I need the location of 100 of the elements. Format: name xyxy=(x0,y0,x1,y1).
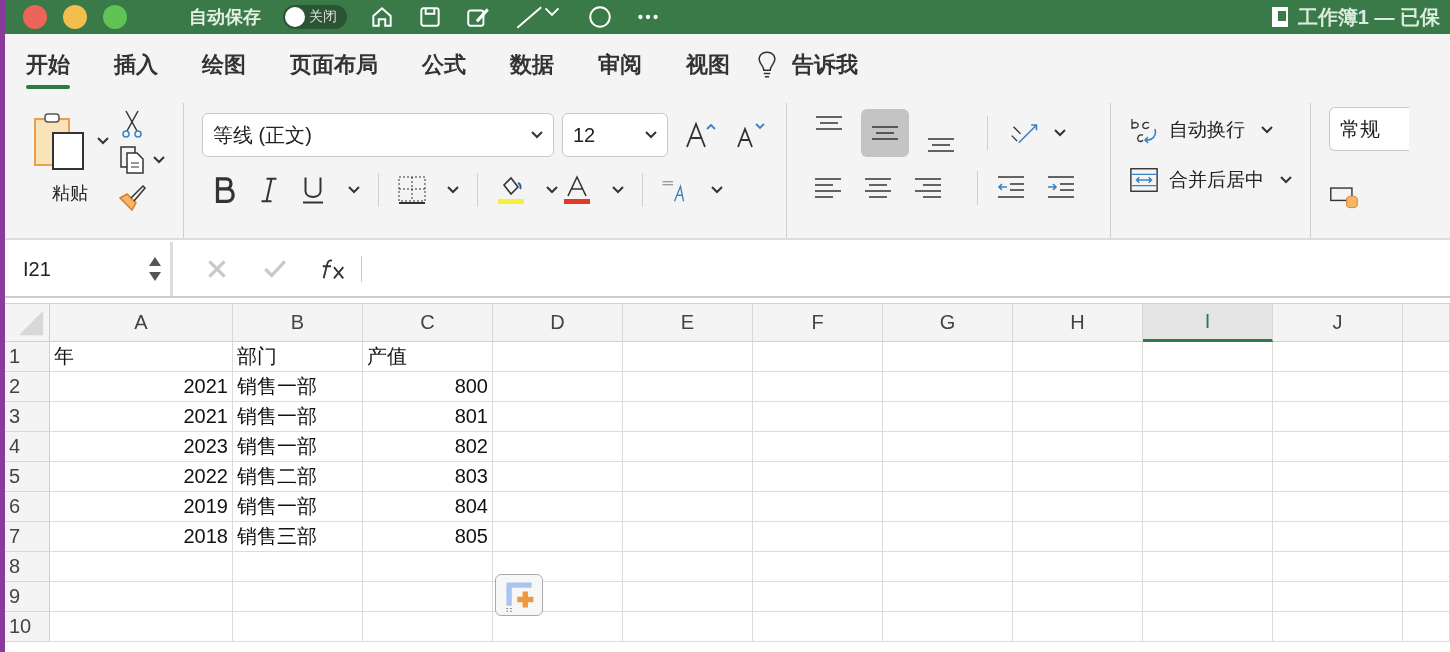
column-header[interactable]: E xyxy=(623,304,753,342)
empty-cell xyxy=(1403,522,1450,552)
ribbon-tab[interactable]: 插入 xyxy=(114,34,180,95)
tell-me-search[interactable]: 告诉我 xyxy=(792,49,858,80)
corner-triangle-icon xyxy=(17,309,45,337)
empty-cell xyxy=(1403,582,1450,612)
chevron-down-icon xyxy=(1261,126,1273,134)
minimize-button[interactable] xyxy=(63,5,87,29)
spreadsheet-icon xyxy=(1269,5,1290,29)
autosave-label: 自动保存 xyxy=(189,6,261,29)
copy-icon[interactable] xyxy=(117,145,147,175)
row-header[interactable]: 9 xyxy=(5,582,50,612)
empty-cell xyxy=(1403,342,1450,372)
chevron-down-icon[interactable] xyxy=(348,186,360,194)
window-title: 工作簿1 — 已保 xyxy=(1297,4,1440,30)
table-cell: 800 xyxy=(363,372,493,402)
row-header[interactable]: 6 xyxy=(5,492,50,522)
table-cell: 销售三部 xyxy=(233,522,363,552)
column-header[interactable]: I xyxy=(1143,304,1273,342)
merge-center-button[interactable]: 合并后居中 xyxy=(1129,165,1292,195)
table-cell: 2023 xyxy=(50,432,233,462)
table-cell: 802 xyxy=(363,432,493,462)
empty-cell xyxy=(1403,552,1450,582)
table-cell: 产值 xyxy=(363,342,493,372)
table-cell: 801 xyxy=(363,402,493,432)
empty-cell xyxy=(1403,462,1450,492)
chevron-down-icon[interactable] xyxy=(153,156,165,164)
circle-icon[interactable] xyxy=(587,4,613,30)
table-cell: 2021 xyxy=(50,402,233,432)
chevron-down-icon[interactable] xyxy=(546,186,558,194)
font-size-dropdown[interactable]: 12 xyxy=(562,113,668,157)
chevron-down-icon[interactable] xyxy=(711,186,723,194)
column-header[interactable]: B xyxy=(233,304,363,342)
column-header[interactable]: G xyxy=(883,304,1013,342)
table-cell: 销售一部 xyxy=(233,492,363,522)
chevron-down-icon[interactable] xyxy=(612,186,624,194)
font-name-value: 等线 (正文) xyxy=(213,122,312,148)
row-header[interactable]: 8 xyxy=(5,552,50,582)
table-cell: 803 xyxy=(363,462,493,492)
bottom-align-icon xyxy=(926,137,956,153)
row-header[interactable]: 5 xyxy=(5,462,50,492)
chevron-down-icon[interactable] xyxy=(1054,129,1066,137)
empty-cell xyxy=(1403,612,1450,642)
column-header[interactable]: F xyxy=(753,304,883,342)
column-header[interactable]: C xyxy=(363,304,493,342)
wrap-text-button[interactable]: 自动换行 xyxy=(1129,115,1292,145)
row-header[interactable]: 4 xyxy=(5,432,50,462)
name-box[interactable]: I21 xyxy=(5,242,173,296)
row-header[interactable]: 10 xyxy=(5,612,50,642)
table-cell: 2021 xyxy=(50,372,233,402)
cell-reference: I21 xyxy=(23,257,51,281)
save-icon[interactable] xyxy=(417,4,443,30)
table-cell: 804 xyxy=(363,492,493,522)
column-header[interactable]: H xyxy=(1013,304,1143,342)
borders-icon[interactable] xyxy=(397,175,427,205)
number-format-dropdown[interactable]: 常规 xyxy=(1329,107,1409,151)
table-cell: 805 xyxy=(363,522,493,552)
font-color-icon[interactable] xyxy=(562,175,592,205)
table-cell: 部门 xyxy=(233,342,363,372)
chevron-down-icon[interactable] xyxy=(447,186,459,194)
ribbon-tab[interactable]: 页面布局 xyxy=(290,34,400,95)
lightbulb-icon[interactable] xyxy=(756,49,778,80)
row-header[interactable]: 3 xyxy=(5,402,50,432)
column-header[interactable]: J xyxy=(1273,304,1403,342)
chevron-down-icon[interactable] xyxy=(97,137,109,145)
home-icon[interactable] xyxy=(369,4,395,30)
table-cell: 销售一部 xyxy=(233,402,363,432)
row-header[interactable]: 1 xyxy=(5,342,50,372)
ribbon-tab[interactable]: 公式 xyxy=(422,34,488,95)
column-header[interactable]: D xyxy=(493,304,623,342)
middle-align-icon xyxy=(870,125,900,141)
empty-cell xyxy=(1403,432,1450,462)
table-cell: 2019 xyxy=(50,492,233,522)
ribbon-tab[interactable]: 审阅 xyxy=(598,34,664,95)
ribbon-tab[interactable]: 数据 xyxy=(510,34,576,95)
font-size-value: 12 xyxy=(573,123,596,147)
table-cell: 2018 xyxy=(50,522,233,552)
ribbon-tab[interactable]: 绘图 xyxy=(202,34,268,95)
column-header[interactable]: A xyxy=(50,304,233,342)
fill-color-icon[interactable] xyxy=(496,175,526,205)
table-cell: 销售一部 xyxy=(233,432,363,462)
chevron-down-icon xyxy=(531,131,543,139)
merge-cells-icon xyxy=(1129,165,1159,195)
empty-cell xyxy=(1403,402,1450,432)
row-header[interactable]: 2 xyxy=(5,372,50,402)
paste-button[interactable]: 粘贴 xyxy=(52,181,88,205)
font-name-dropdown[interactable]: 等线 (正文) xyxy=(202,113,554,157)
table-cell: 销售一部 xyxy=(233,372,363,402)
ribbon-tab[interactable]: 开始 xyxy=(26,34,92,95)
table-cell: 销售二部 xyxy=(233,462,363,492)
chevron-down-icon xyxy=(645,131,657,139)
row-header[interactable]: 7 xyxy=(5,522,50,552)
autosave-toggle[interactable]: 关闭 xyxy=(283,5,347,29)
empty-cell xyxy=(1403,492,1450,522)
table-cell: 年 xyxy=(50,342,233,372)
table-cell: 2022 xyxy=(50,462,233,492)
top-align-icon xyxy=(814,115,844,131)
ribbon-tab[interactable]: 视图 xyxy=(686,34,752,95)
vertical-align-button[interactable] xyxy=(861,109,909,157)
empty-cell xyxy=(1403,372,1450,402)
